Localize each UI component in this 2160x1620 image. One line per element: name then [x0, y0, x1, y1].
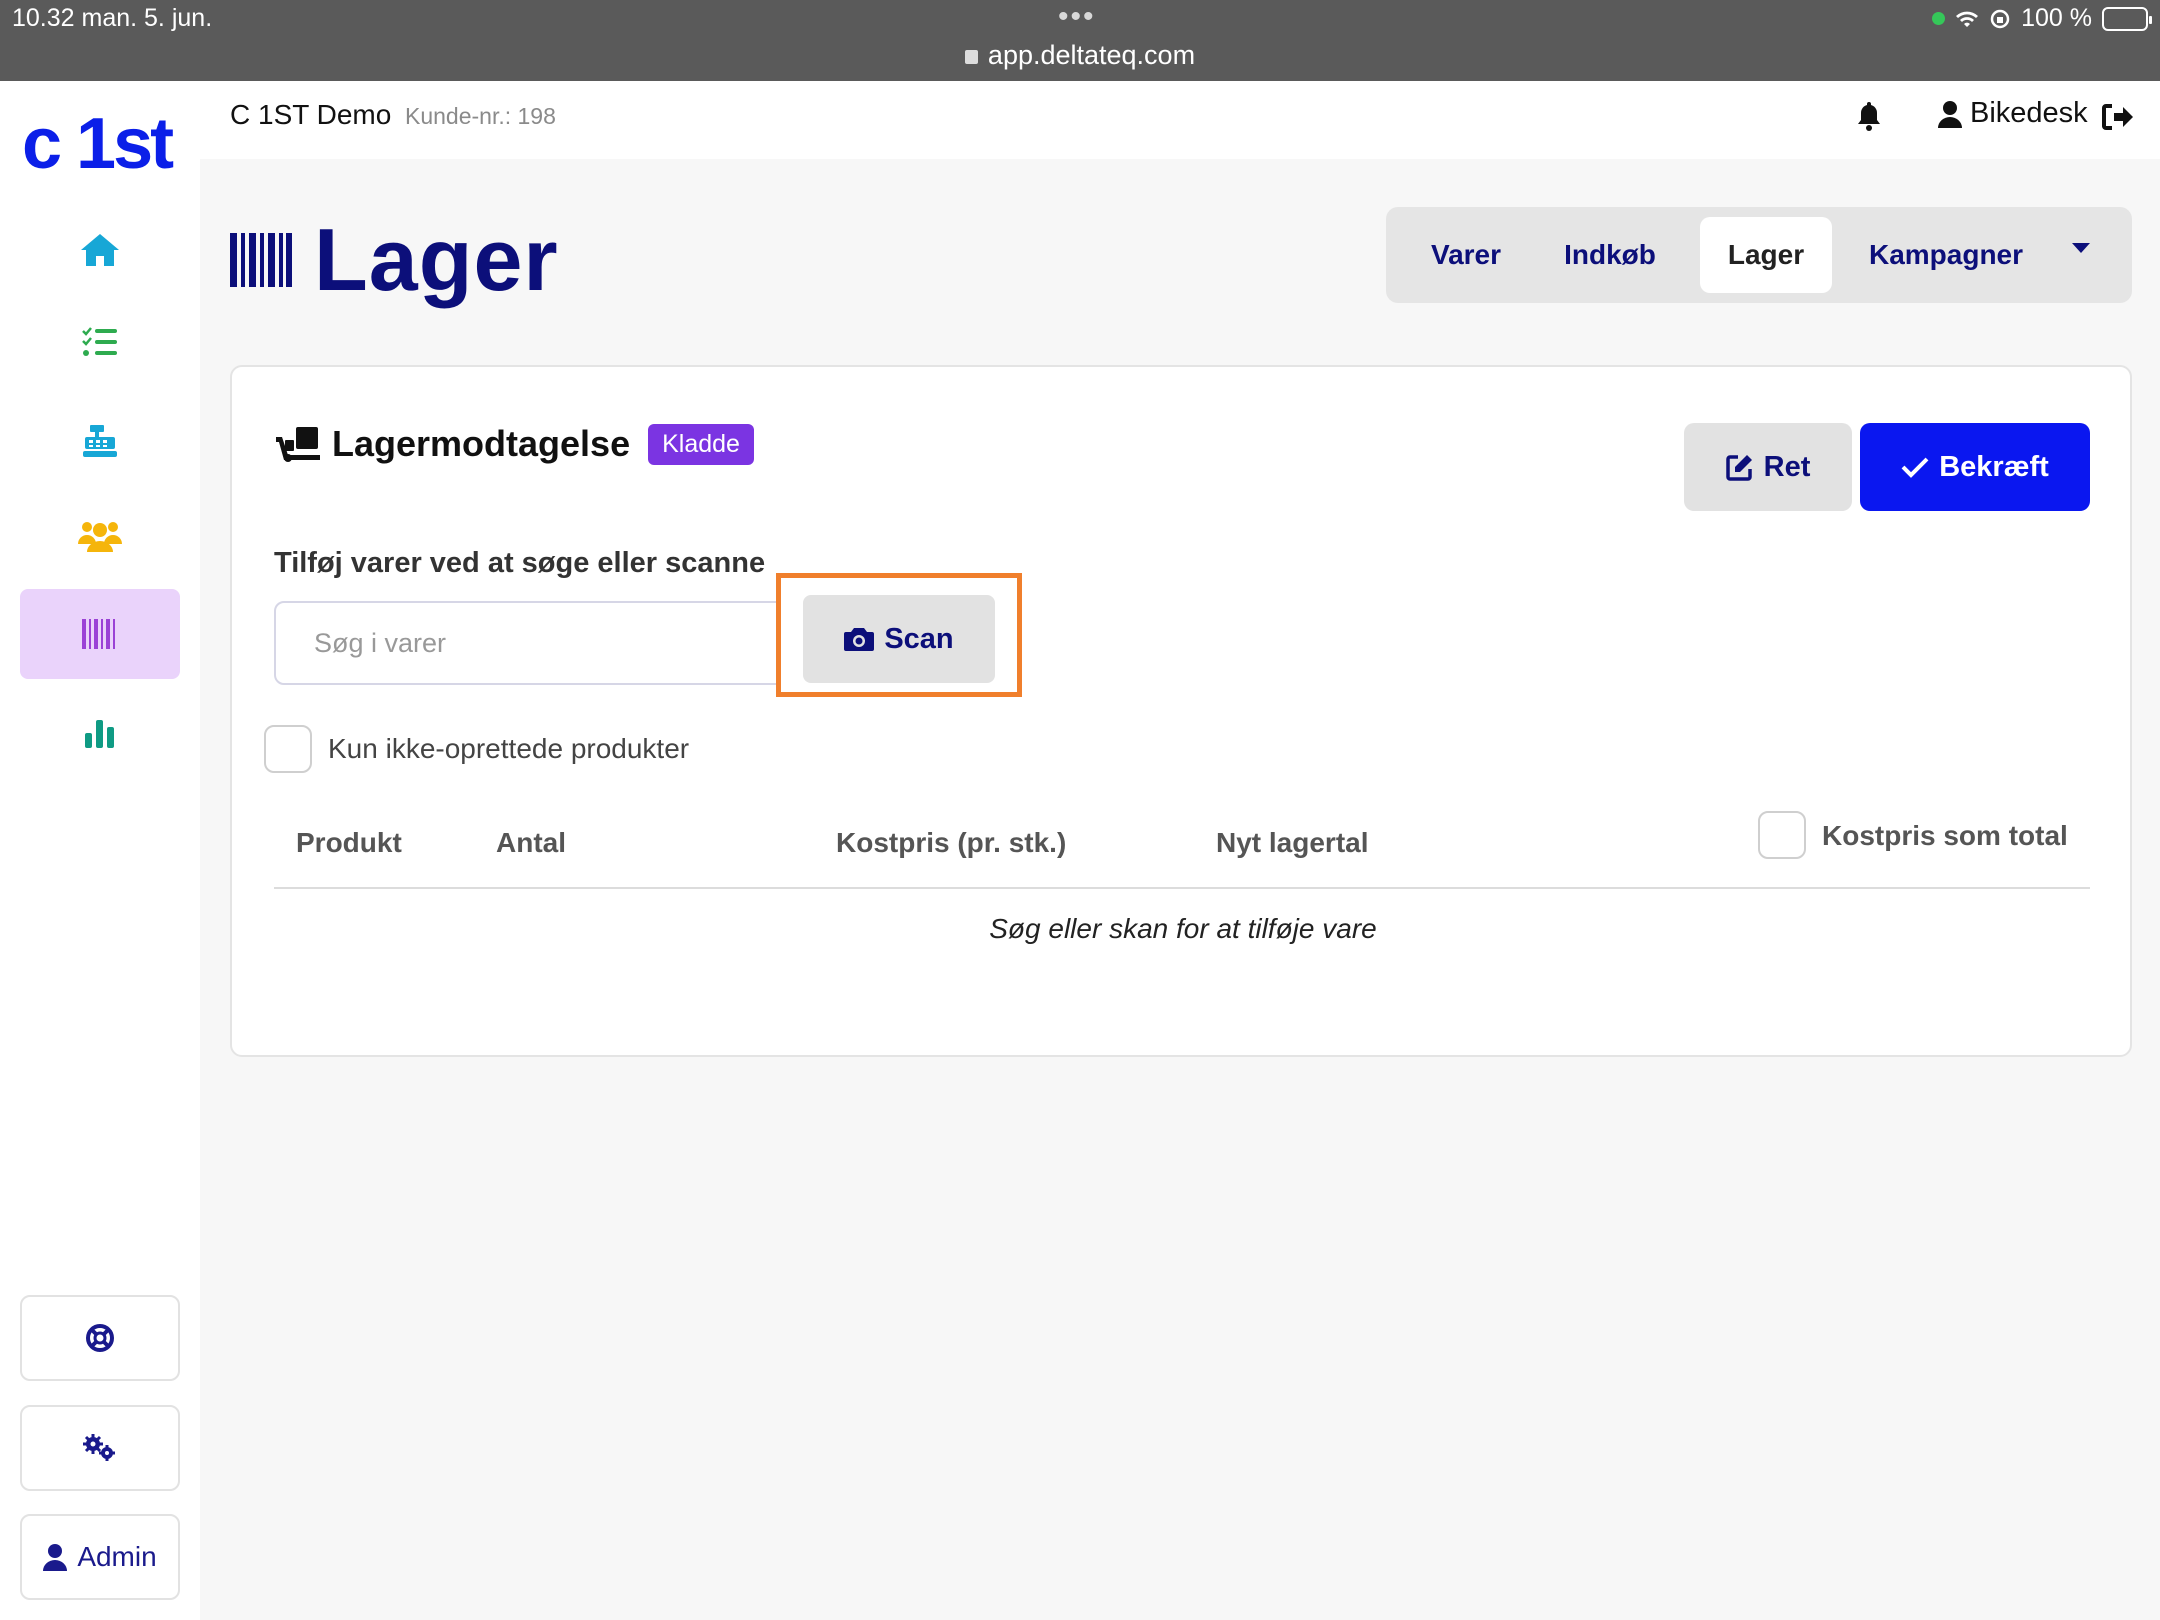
check-icon	[1901, 457, 1929, 478]
section-tabs: Varer Indkøb Lager Kampagner	[1386, 207, 2132, 303]
table-divider	[274, 887, 2090, 889]
top-header: C 1ST Demo Kunde-nr.: 198 Bikedesk	[200, 81, 2160, 159]
url-text: app.deltateq.com	[987, 40, 1196, 70]
browser-menu-dots[interactable]: •••	[1058, 0, 1096, 34]
user-icon	[43, 1544, 68, 1571]
admin-button[interactable]: Admin	[20, 1514, 180, 1600]
scan-label: Scan	[884, 622, 954, 655]
camera-icon	[844, 628, 875, 651]
cash-register-icon	[83, 425, 117, 457]
sidebar-item-customers[interactable]	[20, 491, 180, 581]
card-title: Lagermodtagelse	[332, 423, 631, 464]
home-icon	[81, 234, 119, 266]
edit-label: Ret	[1763, 450, 1811, 483]
address-bar[interactable]: app.deltateq.com	[0, 40, 2160, 71]
sidebar: c 1st Admin	[0, 81, 200, 1620]
settings-button[interactable]	[20, 1405, 180, 1491]
battery-icon	[2102, 6, 2152, 31]
scan-button[interactable]: Scan	[803, 595, 995, 683]
user-menu[interactable]: Bikedesk	[1938, 97, 2088, 130]
card-header: Lagermodtagelse Kladde	[276, 423, 754, 465]
page-title: Lager	[314, 210, 559, 309]
logout-button[interactable]	[2102, 103, 2134, 136]
support-button[interactable]	[20, 1295, 180, 1381]
cost-total-checkbox[interactable]	[1758, 811, 1806, 859]
admin-label: Admin	[77, 1541, 157, 1572]
sidebar-item-inventory[interactable]	[20, 589, 180, 679]
checklist-icon	[82, 327, 117, 356]
users-icon	[78, 522, 122, 552]
tab-varer[interactable]: Varer	[1406, 217, 1526, 293]
status-badge: Kladde	[648, 423, 754, 465]
add-items-label: Tilføj varer ved at søge eller scanne	[274, 547, 766, 579]
main-content: Lager Varer Indkøb Lager Kampagner Lager…	[200, 159, 2160, 1620]
empty-table-message: Søg eller skan for at tilføje vare	[989, 913, 1377, 944]
status-time-date: 10.32 man. 5. jun.	[12, 4, 213, 32]
logo[interactable]: c 1st	[22, 103, 174, 185]
sidebar-item-home[interactable]	[20, 205, 180, 295]
sidebar-item-statistics[interactable]	[20, 688, 180, 778]
battery-percent: 100 %	[2021, 4, 2092, 32]
only-new-products-checkbox[interactable]	[264, 725, 312, 773]
barcode-icon	[82, 619, 115, 649]
ios-status-bar: 10.32 man. 5. jun. ••• app.deltateq.com …	[0, 0, 2160, 81]
tab-kampagner[interactable]: Kampagner	[1846, 217, 2046, 293]
column-header-new-stock: Nyt lagertal	[1216, 827, 1369, 858]
edit-icon	[1725, 455, 1752, 481]
search-input[interactable]	[274, 601, 780, 685]
tab-lager[interactable]: Lager	[1700, 217, 1832, 293]
user-icon	[1938, 100, 1962, 128]
user-name: Bikedesk	[1970, 97, 2088, 129]
column-header-cost-price: Kostpris (pr. stk.)	[836, 827, 1067, 858]
column-header-quantity: Antal	[496, 827, 566, 858]
barcode-icon	[230, 233, 292, 287]
company-name: C 1ST Demo	[230, 99, 392, 130]
bell-icon	[1858, 102, 1880, 131]
sidebar-item-pos[interactable]	[20, 396, 180, 486]
lifebuoy-icon	[86, 1324, 114, 1352]
confirm-button[interactable]: Bekræft	[1860, 423, 2090, 511]
cost-total-label: Kostpris som total	[1822, 820, 2068, 851]
lock-icon	[964, 50, 978, 64]
logout-icon	[2102, 104, 2133, 130]
rotation-lock-icon	[1990, 9, 2010, 28]
dolly-icon	[276, 427, 320, 462]
wifi-icon	[1956, 11, 1979, 27]
confirm-label: Bekræft	[1939, 450, 2049, 483]
gears-icon	[83, 1434, 115, 1461]
page-header: Lager	[230, 209, 559, 311]
only-new-products-label: Kun ikke-oprettede produkter	[328, 733, 690, 764]
chart-icon	[85, 720, 114, 748]
tab-indkob[interactable]: Indkøb	[1542, 217, 1678, 293]
camera-indicator-icon	[1932, 12, 1946, 25]
sidebar-item-tasks[interactable]	[20, 297, 180, 387]
edit-button[interactable]: Ret	[1684, 423, 1852, 511]
notifications-button[interactable]	[1856, 101, 1882, 136]
customer-number: Kunde-nr.: 198	[405, 103, 556, 129]
stock-receipt-card: Lagermodtagelse Kladde Ret Bekræft Tilfø…	[230, 365, 2132, 1057]
tabs-dropdown-caret-icon[interactable]	[2072, 243, 2090, 253]
status-indicators: 100 %	[1932, 4, 2152, 33]
column-header-product: Produkt	[296, 827, 402, 858]
